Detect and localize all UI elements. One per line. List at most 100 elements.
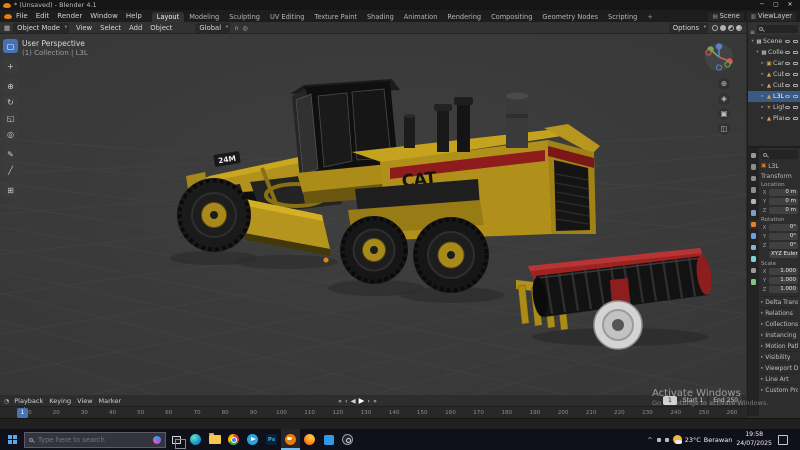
action-center-icon[interactable]	[778, 434, 788, 445]
properties-tab-modifiers[interactable]	[749, 232, 759, 241]
options-dropdown[interactable]: Options	[668, 22, 708, 33]
workspace-tab-compositing[interactable]: Compositing	[486, 12, 537, 22]
outliner-row-plane[interactable]: ▸▲Plane	[748, 113, 800, 124]
field-value[interactable]: 1.000	[769, 276, 798, 285]
playhead[interactable]: 1	[17, 408, 28, 418]
current-frame-field[interactable]: 1	[662, 396, 677, 405]
obs-taskbar-button[interactable]	[338, 429, 357, 450]
render-visibility-icon[interactable]	[793, 94, 798, 99]
visibility-eye-icon[interactable]	[785, 94, 790, 99]
render-visibility-icon[interactable]	[793, 83, 798, 88]
section-instancing[interactable]: Instancing	[761, 329, 798, 340]
render-visibility-icon[interactable]	[793, 116, 798, 121]
render-visibility-icon[interactable]	[793, 105, 798, 110]
grid-toggle-icon[interactable]: ◫	[718, 123, 730, 135]
properties-tab-physics[interactable]	[749, 255, 759, 264]
transform-section-label[interactable]: Transform	[761, 173, 798, 180]
camera-view-icon[interactable]: ▣	[718, 108, 730, 120]
minimize-button[interactable]: ─	[755, 0, 769, 10]
disclosure-icon[interactable]: ▸	[760, 83, 765, 88]
jump-to-start-button[interactable]: «	[338, 397, 342, 405]
outliner-row-cube-001[interactable]: ▸▲Cube.001	[748, 80, 800, 91]
search-highlights-icon[interactable]	[153, 435, 161, 444]
properties-tab-particles[interactable]	[749, 243, 759, 252]
annotate-tool[interactable]: ✎	[3, 147, 18, 161]
outliner-row-scene-collection[interactable]: ▾▦Scene Collection	[748, 36, 800, 47]
properties-search[interactable]	[761, 150, 798, 159]
section-motion-paths[interactable]: Motion Paths	[761, 340, 798, 351]
zoom-icon[interactable]: ⊕	[718, 78, 730, 90]
telegram-taskbar-button[interactable]	[243, 429, 262, 450]
play-reverse-button[interactable]: ◀	[351, 397, 356, 405]
orientation-dropdown[interactable]: Global	[195, 22, 231, 33]
workspace-tab-rendering[interactable]: Rendering	[442, 12, 486, 22]
disclosure-icon[interactable]: ▸	[760, 72, 765, 77]
taskbar-search-input[interactable]	[36, 434, 150, 445]
outliner-row-light[interactable]: ▸☀Light	[748, 102, 800, 113]
menu-window[interactable]: Window	[86, 12, 122, 20]
photoshop-taskbar-button[interactable]: Ps	[262, 429, 281, 450]
maximize-button[interactable]: ▢	[769, 0, 783, 10]
scene-selector[interactable]: Scene	[708, 11, 744, 21]
task-view-button[interactable]	[166, 429, 186, 450]
breadcrumb-object-name[interactable]: L3L	[768, 163, 779, 170]
outliner-row-camera[interactable]: ▸▣Camera	[748, 58, 800, 69]
material-shading-icon[interactable]	[728, 24, 734, 31]
workspace-tab-texture-paint[interactable]: Texture Paint	[309, 12, 362, 22]
visibility-eye-icon[interactable]	[785, 50, 790, 55]
properties-tab-constraints[interactable]	[749, 266, 759, 275]
prev-keyframe-button[interactable]: ‹	[345, 397, 348, 405]
vscode-taskbar-button[interactable]	[319, 429, 338, 450]
snap-magnet-icon[interactable]	[234, 24, 238, 32]
mode-dropdown[interactable]: Object Mode	[13, 22, 69, 33]
workspace-tab-scripting[interactable]: Scripting	[603, 12, 642, 22]
hidden-icons-expand[interactable]: ^	[647, 436, 652, 444]
pan-icon[interactable]: ◈	[718, 93, 730, 105]
scale-tool[interactable]: ◱	[3, 111, 18, 125]
outliner-row-collection[interactable]: ▾▦Collection	[748, 47, 800, 58]
workspace-tab-modeling[interactable]: Modeling	[184, 12, 224, 22]
disclosure-icon[interactable]: ▸	[760, 105, 765, 110]
transform-tool[interactable]: ◎	[3, 127, 18, 141]
properties-tab-output[interactable]	[749, 174, 759, 183]
taskbar-search-box[interactable]	[24, 431, 166, 448]
taskbar-clock[interactable]: 19:58 24/07/2025	[736, 431, 772, 447]
proportional-edit-icon[interactable]	[243, 24, 248, 32]
disclosure-icon[interactable]: ▸	[760, 61, 765, 66]
rendered-shading-icon[interactable]	[736, 24, 742, 31]
field-value[interactable]: 0°	[769, 232, 798, 241]
menu-render[interactable]: Render	[53, 12, 86, 20]
timeline-menu-view[interactable]: View	[74, 397, 95, 405]
field-value[interactable]: 0°	[769, 223, 798, 232]
disclosure-icon[interactable]: ▾	[750, 39, 755, 44]
weather-widget[interactable]: 23°C Berawan	[672, 435, 732, 444]
frame-start-field[interactable]: Start 1	[678, 396, 708, 405]
cursor-tool[interactable]: +	[3, 59, 18, 73]
field-value[interactable]: 0 m	[769, 197, 798, 206]
outliner-row-cube[interactable]: ▸▲Cube	[748, 69, 800, 80]
timeline-menu-keying[interactable]: Keying	[46, 397, 74, 405]
workspace-tab-uv-editing[interactable]: UV Editing	[265, 12, 309, 22]
workspace-tab-geometry-nodes[interactable]: Geometry Nodes	[537, 12, 603, 22]
play-button[interactable]: ▶	[359, 396, 365, 405]
rotate-tool[interactable]: ↻	[3, 95, 18, 109]
visibility-eye-icon[interactable]	[785, 72, 790, 77]
outliner-search[interactable]	[757, 24, 798, 33]
start-button[interactable]	[0, 429, 24, 450]
menu-edit[interactable]: Edit	[32, 12, 54, 20]
viewport-menu-object[interactable]: Object	[146, 24, 176, 32]
network-icon[interactable]	[656, 437, 661, 442]
field-value[interactable]: 1.000	[769, 267, 798, 276]
section-visibility[interactable]: Visibility	[761, 351, 798, 362]
navigation-gizmo[interactable]	[704, 42, 734, 76]
field-value[interactable]: 0 m	[769, 206, 798, 215]
field-value[interactable]: 0 m	[769, 188, 798, 197]
workspace-tab-animation[interactable]: Animation	[399, 12, 443, 22]
disclosure-icon[interactable]: ▸	[760, 116, 765, 121]
chrome-taskbar-button[interactable]	[224, 429, 243, 450]
render-visibility-icon[interactable]	[793, 72, 798, 77]
timeline-ruler[interactable]: 1 10 20 30 40 50 60 70 80 90 100 110 120 130 140 150 16…	[0, 406, 746, 419]
field-value[interactable]: 1.000	[769, 285, 798, 294]
section-delta-transform[interactable]: Delta Transform	[761, 296, 798, 307]
properties-tab-view-layer[interactable]	[749, 186, 759, 195]
